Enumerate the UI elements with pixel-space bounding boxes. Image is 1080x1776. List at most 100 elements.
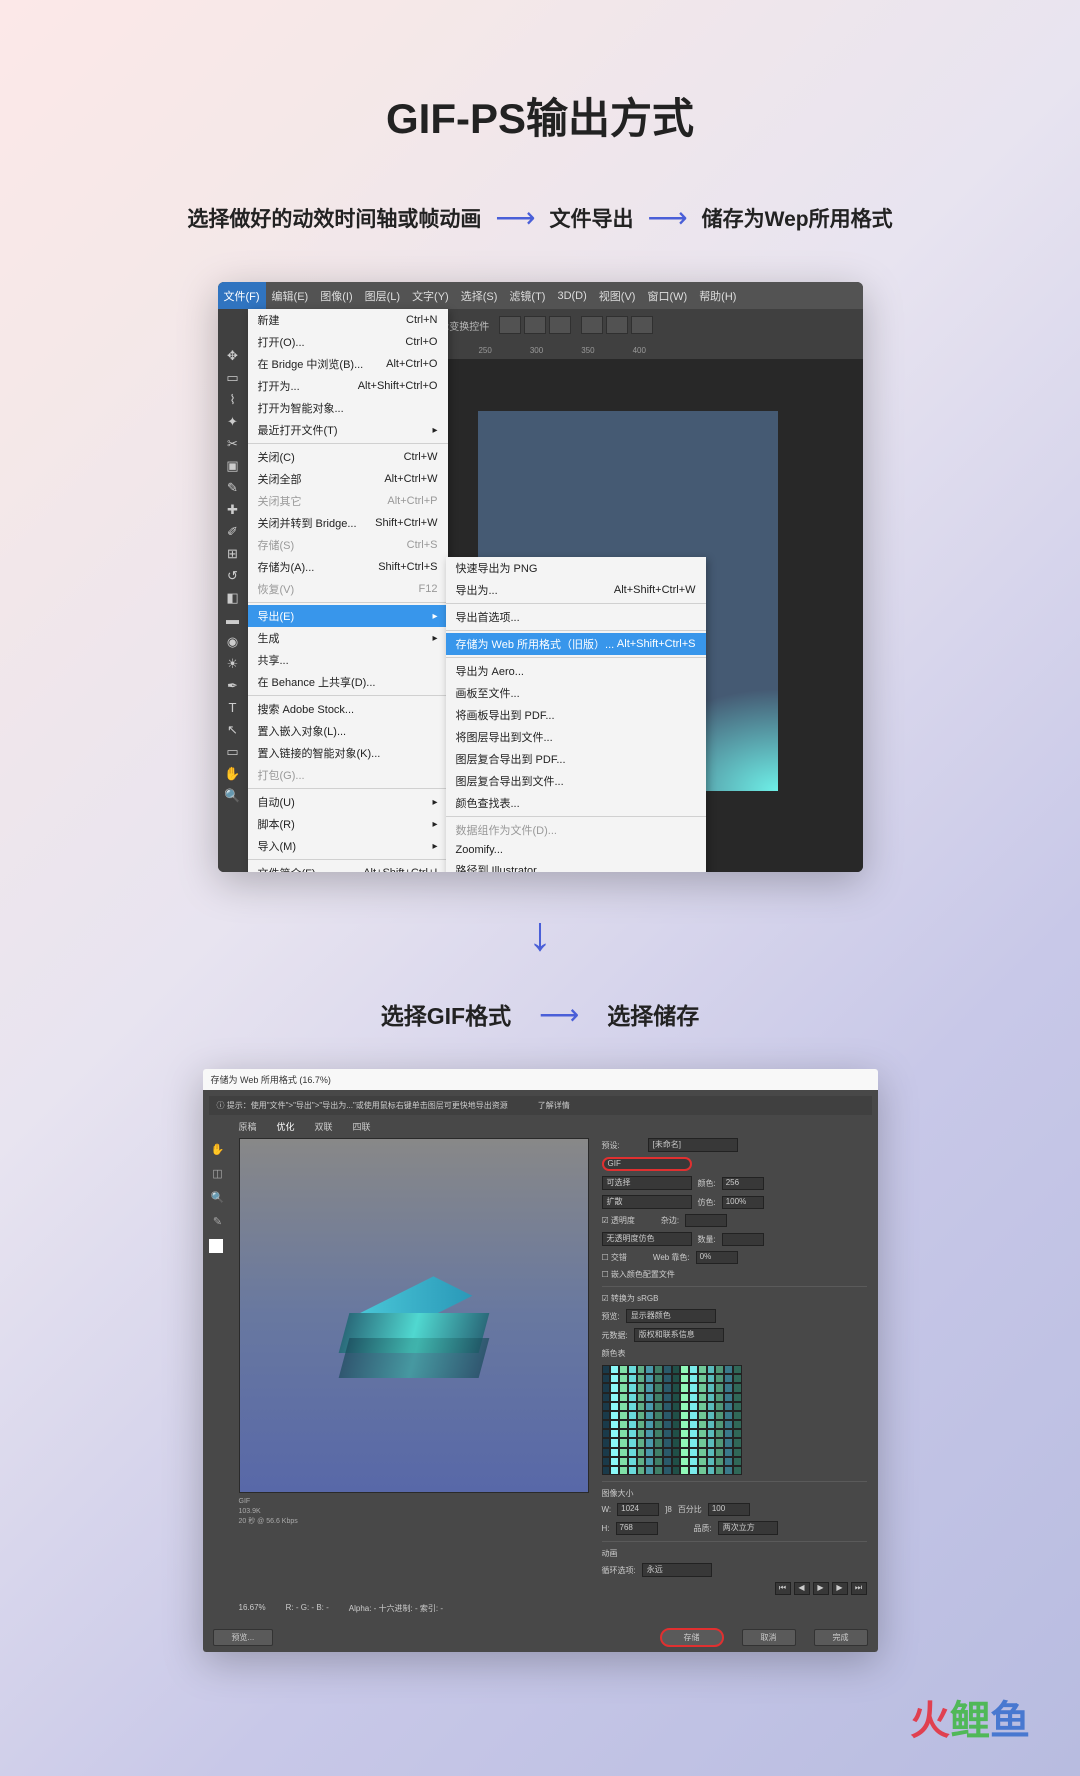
- preview-pane[interactable]: [239, 1138, 589, 1493]
- format-select[interactable]: GIF: [602, 1157, 692, 1171]
- lasso-tool-icon[interactable]: ⌇: [221, 389, 245, 410]
- menu-item[interactable]: 置入嵌入对象(L)...: [248, 720, 448, 742]
- frame-tool-icon[interactable]: ▣: [221, 455, 245, 476]
- submenu-item[interactable]: 路径到 Illustrator...: [446, 859, 706, 872]
- menu-select[interactable]: 选择(S): [455, 282, 504, 309]
- align-btn[interactable]: [606, 316, 628, 334]
- hand-tool-icon[interactable]: ✋: [221, 763, 245, 784]
- menu-item[interactable]: 打开为...Alt+Shift+Ctrl+O: [248, 375, 448, 397]
- submenu-item[interactable]: Zoomify...: [446, 841, 706, 859]
- menu-item[interactable]: 恢复(V)F12: [248, 578, 448, 600]
- transparency-check[interactable]: ☑ 透明度: [602, 1215, 635, 1226]
- submenu-item[interactable]: 图层复合导出到文件...: [446, 770, 706, 792]
- prev-frame-btn[interactable]: ◀: [794, 1582, 810, 1595]
- move-tool-icon[interactable]: ✥: [221, 345, 245, 366]
- menu-item[interactable]: 打开(O)...Ctrl+O: [248, 331, 448, 353]
- shape-tool-icon[interactable]: ▭: [221, 741, 245, 762]
- brush-tool-icon[interactable]: ✐: [221, 521, 245, 542]
- quality-select[interactable]: 两次立方: [718, 1521, 778, 1535]
- menu-item[interactable]: 存储为(A)...Shift+Ctrl+S: [248, 556, 448, 578]
- metadata-select[interactable]: 版权和联系信息: [634, 1328, 724, 1342]
- marquee-tool-icon[interactable]: ▭: [221, 367, 245, 388]
- pct-input[interactable]: 100: [708, 1503, 750, 1516]
- menu-window[interactable]: 窗口(W): [641, 282, 693, 309]
- matte-select[interactable]: [685, 1214, 727, 1227]
- menu-item[interactable]: 打包(G)...: [248, 764, 448, 786]
- menu-image[interactable]: 图像(I): [314, 282, 358, 309]
- cancel-button[interactable]: 取消: [742, 1629, 796, 1646]
- zoom-select[interactable]: 16.67%: [239, 1603, 266, 1614]
- zoom-icon[interactable]: 🔍: [209, 1191, 227, 1209]
- path-tool-icon[interactable]: ↖: [221, 719, 245, 740]
- next-frame-btn[interactable]: ▶: [832, 1582, 848, 1595]
- type-tool-icon[interactable]: T: [221, 697, 245, 718]
- submenu-item[interactable]: 导出为 Aero...: [446, 660, 706, 682]
- menu-item[interactable]: 导入(M) ▸: [248, 835, 448, 857]
- play-btn[interactable]: ▶: [813, 1582, 829, 1595]
- last-frame-btn[interactable]: ⏭: [851, 1582, 867, 1595]
- tab-2up[interactable]: 双联: [315, 1120, 333, 1133]
- tab-original[interactable]: 原稿: [239, 1120, 257, 1133]
- tab-4up[interactable]: 四联: [353, 1120, 371, 1133]
- embed-check[interactable]: ☐ 嵌入颜色配置文件: [602, 1269, 675, 1280]
- menu-layer[interactable]: 图层(L): [359, 282, 406, 309]
- preset-select[interactable]: [未命名]: [648, 1138, 738, 1152]
- submenu-item[interactable]: 颜色查找表...: [446, 792, 706, 814]
- interlaced-check[interactable]: ☐ 交错: [602, 1252, 627, 1263]
- menu-item[interactable]: 存储(S)Ctrl+S: [248, 534, 448, 556]
- submenu-item[interactable]: 快速导出为 PNG: [446, 557, 706, 579]
- submenu-item[interactable]: 画板至文件...: [446, 682, 706, 704]
- submenu-item[interactable]: 存储为 Web 所用格式（旧版）...Alt+Shift+Ctrl+S: [446, 633, 706, 655]
- gradient-tool-icon[interactable]: ▬: [221, 609, 245, 630]
- menu-item[interactable]: 最近打开文件(T) ▸: [248, 419, 448, 441]
- menu-3d[interactable]: 3D(D): [551, 282, 592, 309]
- done-button[interactable]: 完成: [814, 1629, 868, 1646]
- menu-item[interactable]: 关闭(C)Ctrl+W: [248, 446, 448, 468]
- crop-tool-icon[interactable]: ✂: [221, 433, 245, 454]
- align-btn[interactable]: [631, 316, 653, 334]
- history-tool-icon[interactable]: ↺: [221, 565, 245, 586]
- menu-filter[interactable]: 滤镜(T): [503, 282, 551, 309]
- menu-item[interactable]: 共享...: [248, 649, 448, 671]
- pen-tool-icon[interactable]: ✒: [221, 675, 245, 696]
- menu-item[interactable]: 脚本(R) ▸: [248, 813, 448, 835]
- submenu-item[interactable]: 将图层导出到文件...: [446, 726, 706, 748]
- height-input[interactable]: 768: [616, 1522, 658, 1535]
- align-btn[interactable]: [499, 316, 521, 334]
- menu-item[interactable]: 在 Bridge 中浏览(B)...Alt+Ctrl+O: [248, 353, 448, 375]
- save-button[interactable]: 存储: [660, 1628, 724, 1647]
- hand-icon[interactable]: ✋: [209, 1143, 227, 1161]
- align-btn[interactable]: [524, 316, 546, 334]
- menu-item[interactable]: 关闭全部Alt+Ctrl+W: [248, 468, 448, 490]
- menu-item[interactable]: 新建Ctrl+N: [248, 309, 448, 331]
- submenu-item[interactable]: 导出首选项...: [446, 606, 706, 628]
- submenu-item[interactable]: 数据组作为文件(D)...: [446, 819, 706, 841]
- stamp-tool-icon[interactable]: ⊞: [221, 543, 245, 564]
- wand-tool-icon[interactable]: ✦: [221, 411, 245, 432]
- reduction-select[interactable]: 可选择: [602, 1176, 692, 1190]
- color-table[interactable]: [602, 1365, 742, 1475]
- learn-more-link[interactable]: 了解详情: [538, 1100, 570, 1111]
- dodge-tool-icon[interactable]: ☀: [221, 653, 245, 674]
- loop-select[interactable]: 永远: [642, 1563, 712, 1577]
- first-frame-btn[interactable]: ⏮: [775, 1582, 791, 1595]
- menu-item[interactable]: 置入链接的智能对象(K)...: [248, 742, 448, 764]
- colors-input[interactable]: 256: [722, 1177, 764, 1190]
- zoom-tool-icon[interactable]: 🔍: [221, 785, 245, 806]
- menu-item[interactable]: 生成 ▸: [248, 627, 448, 649]
- submenu-item[interactable]: 将画板导出到 PDF...: [446, 704, 706, 726]
- menu-item[interactable]: 关闭并转到 Bridge...Shift+Ctrl+W: [248, 512, 448, 534]
- menu-item[interactable]: 关闭其它Alt+Ctrl+P: [248, 490, 448, 512]
- menu-help[interactable]: 帮助(H): [693, 282, 742, 309]
- srgb-check[interactable]: ☑ 转换为 sRGB: [602, 1293, 659, 1304]
- preview-button[interactable]: 预览...: [213, 1629, 274, 1646]
- dither-select[interactable]: 扩散: [602, 1195, 692, 1209]
- eraser-tool-icon[interactable]: ◧: [221, 587, 245, 608]
- trans-dither-select[interactable]: 无透明度仿色: [602, 1232, 692, 1246]
- submenu-item[interactable]: 图层复合导出到 PDF...: [446, 748, 706, 770]
- submenu-item[interactable]: 导出为...Alt+Shift+Ctrl+W: [446, 579, 706, 601]
- healing-tool-icon[interactable]: ✚: [221, 499, 245, 520]
- color-swatch-icon[interactable]: [209, 1239, 223, 1253]
- websnap-input[interactable]: 0%: [696, 1251, 738, 1264]
- align-btn[interactable]: [581, 316, 603, 334]
